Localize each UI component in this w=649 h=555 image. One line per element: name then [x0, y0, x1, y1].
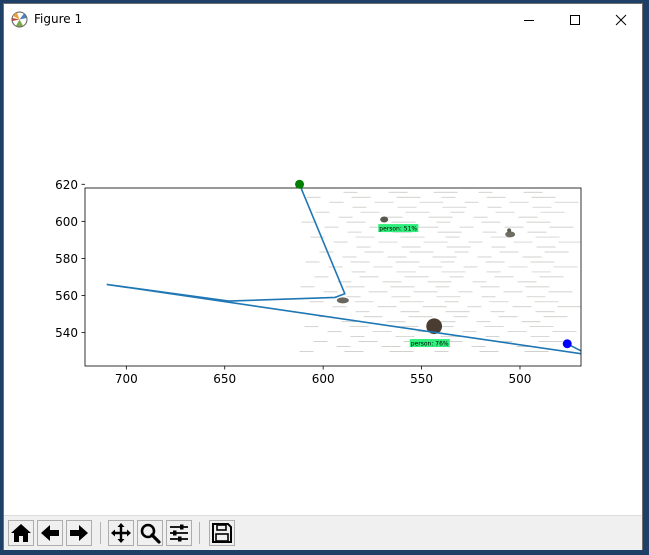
y-tick-label: 560 — [55, 289, 78, 303]
duck — [505, 231, 516, 238]
chart: person: 76% person: 51% 700 650 600 550 500 5… — [55, 178, 582, 386]
toolbar-separator — [199, 522, 200, 544]
toolbar-separator — [100, 522, 101, 544]
back-button[interactable] — [37, 520, 63, 546]
x-tick-label: 600 — [312, 372, 335, 386]
detection-label: person: 76% — [411, 341, 449, 348]
save-button[interactable] — [209, 520, 235, 546]
configure-icon — [170, 524, 188, 542]
home-icon — [11, 524, 31, 542]
home-button[interactable] — [8, 520, 34, 546]
close-button[interactable] — [598, 4, 644, 35]
title-bar[interactable]: Figure 1 — [4, 4, 642, 35]
x-tick-label: 650 — [213, 372, 236, 386]
data-point-marker — [295, 179, 305, 189]
duck-head — [507, 228, 512, 233]
save-icon — [212, 523, 232, 543]
figure-canvas[interactable]: person: 76% person: 51% 700 650 600 550 500 5… — [4, 35, 642, 515]
minimize-button[interactable] — [506, 4, 552, 35]
back-icon — [41, 525, 59, 541]
pan-icon — [111, 523, 131, 543]
y-tick-label: 540 — [55, 326, 78, 340]
close-icon — [615, 14, 627, 25]
navigation-toolbar — [4, 515, 642, 550]
x-tick-label: 700 — [115, 372, 138, 386]
window-title: Figure 1 — [34, 12, 83, 26]
data-point-marker — [562, 339, 572, 349]
x-tick-label: 550 — [410, 372, 433, 386]
pan-button[interactable] — [108, 520, 134, 546]
y-tick-label: 620 — [55, 178, 78, 192]
figure-window: Figure 1 person: 76% person: 51% 700 650… — [3, 3, 643, 550]
zoom-button[interactable] — [137, 520, 163, 546]
forward-button[interactable] — [66, 520, 92, 546]
y-tick-label: 580 — [55, 252, 78, 266]
maximize-icon — [570, 14, 580, 25]
x-tick-label: 500 — [509, 372, 532, 386]
maximize-button[interactable] — [552, 4, 598, 35]
y-tick-label: 600 — [55, 215, 78, 229]
duck — [380, 216, 389, 223]
zoom-icon — [140, 523, 161, 544]
series-line — [106, 188, 581, 355]
detection-label: person: 51% — [379, 226, 417, 233]
matplotlib-logo-icon — [11, 11, 28, 28]
configure-subplots-button[interactable] — [166, 520, 192, 546]
duck — [336, 297, 349, 304]
forward-icon — [70, 525, 88, 541]
minimize-icon — [524, 19, 534, 21]
